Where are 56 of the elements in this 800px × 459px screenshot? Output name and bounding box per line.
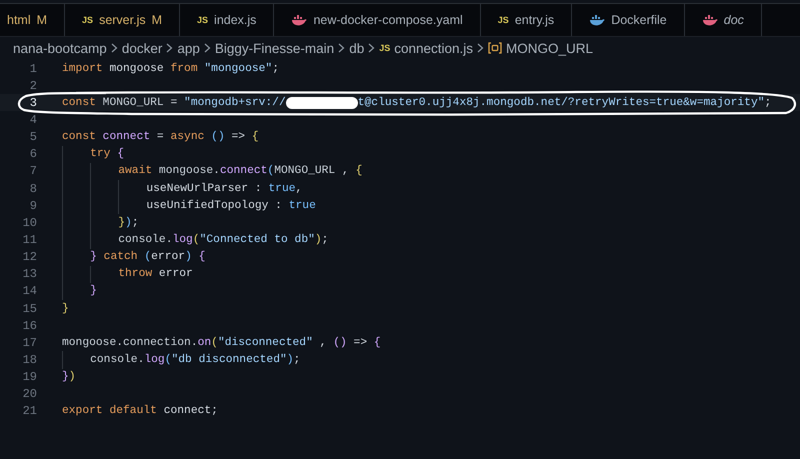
chevron-right-icon [166,43,174,53]
chevron-right-icon [477,43,484,53]
line-number: 10 [22,216,37,230]
line-number: 14 [22,284,37,298]
line-number: 3 [28,96,37,110]
code-line: export default connect; [62,404,218,420]
breadcrumb-item[interactable]: db [349,40,364,56]
line-number: 11 [22,232,37,247]
variable-symbol-icon [488,42,502,54]
line-number: 1 [28,62,37,76]
line-number: 2 [28,78,37,93]
chevron-right-icon [204,43,211,53]
code-line: mongoose.connection.on("disconnected" , () => { [62,336,381,351]
code-line: throw error [62,266,193,283]
code-line: const MONGO_URL = "mongodb+srv:// t@cluster0.ujj4x8j.mongodb.net/?retryWrites=true&w=majority"; [62,96,772,111]
line-number: 19 [22,370,37,384]
code-line: } catch (error) { [62,248,206,266]
line-number: 15 [22,302,37,316]
line-number: 4 [28,112,37,127]
code-line: console.log("Connected to db"); [62,231,328,249]
js-file-icon: JS [197,15,208,25]
code-line: useUnifiedTopology : true [62,197,316,214]
code-line: import mongoose from "mongoose"; [62,62,279,77]
line-number: 9 [28,198,37,213]
js-file-icon: JS [82,15,94,25]
code-line: useNewUrlParser : true, [62,180,302,198]
breadcrumb-item[interactable]: app [177,40,200,56]
js-file-icon: JS [498,15,509,25]
line-number: 17 [22,336,37,350]
chevron-right-icon [368,43,376,53]
line-number: 20 [22,387,37,402]
chevron-right-icon [338,43,346,53]
code-line: }) [62,370,76,386]
line-number: 21 [22,404,37,418]
code-line: }); [62,214,139,232]
js-file-icon: JS [379,43,390,53]
line-number: 8 [28,182,37,196]
line-number: 18 [22,352,37,367]
chevron-right-icon [110,43,118,53]
line-number: 13 [22,267,37,282]
line-number: 16 [22,318,37,333]
code-line: console.log("db disconnected"); [62,351,300,369]
line-number: 6 [28,147,37,162]
line-number: 12 [22,250,37,264]
code-line: } [62,302,69,317]
breadcrumb-item[interactable]: nana-bootcamp [13,40,107,56]
breadcrumb-item[interactable]: MONGO_URL [506,40,594,56]
breadcrumb-item[interactable]: docker [122,40,162,56]
line-number: 5 [28,130,37,144]
code-line: try { [62,146,124,163]
code-line: } [62,282,97,300]
breadcrumb-item[interactable]: connection.js [394,40,474,56]
code-line: await mongoose.connect(MONGO_URL , { [62,162,362,180]
line-number: 7 [28,164,37,178]
breadcrumb-item[interactable]: Biggy-Finesse-main [214,40,334,56]
code-line: const connect = async () => { [62,130,259,146]
